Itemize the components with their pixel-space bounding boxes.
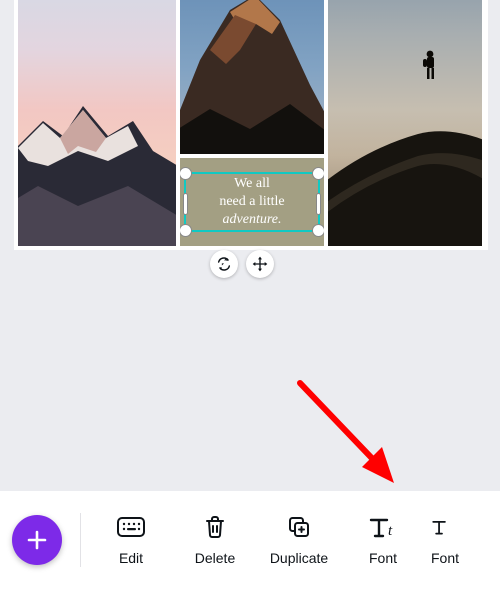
move-icon <box>252 256 268 272</box>
keyboard-icon <box>117 514 145 540</box>
fontsize-label: Font <box>431 550 459 566</box>
rotate-button[interactable] <box>210 250 238 278</box>
annotation-arrow <box>290 375 430 505</box>
mountain-shape <box>18 66 176 246</box>
trash-icon <box>204 514 226 540</box>
plus-icon <box>25 528 49 552</box>
photo-middle-volcano[interactable] <box>180 0 324 154</box>
bottom-toolbar: Edit Delete Duplicate <box>0 491 500 589</box>
edit-tool[interactable]: Edit <box>89 514 173 566</box>
photo-left-mountain[interactable] <box>18 0 176 246</box>
hill-shape <box>328 56 482 246</box>
quote-card[interactable]: We all need a little adventure. <box>180 158 324 246</box>
resize-handle-r[interactable] <box>316 193 321 215</box>
duplicate-tool[interactable]: Duplicate <box>257 514 341 566</box>
move-button[interactable] <box>246 250 274 278</box>
toolbar-separator <box>80 513 81 567</box>
fontsize-tool[interactable]: Font <box>425 514 467 566</box>
resize-handle-br[interactable] <box>312 224 324 237</box>
selection-box[interactable] <box>184 172 320 232</box>
resize-handle-tr[interactable] <box>312 167 324 180</box>
svg-text:t: t <box>388 523 393 539</box>
volcano-foreground <box>180 94 324 154</box>
duplicate-icon <box>287 514 311 540</box>
duplicate-label: Duplicate <box>270 550 328 566</box>
hiker-silhouette <box>420 49 442 83</box>
resize-handle-tl[interactable] <box>180 167 192 180</box>
add-button[interactable] <box>12 515 62 565</box>
delete-label: Delete <box>195 550 235 566</box>
edit-label: Edit <box>119 550 143 566</box>
rotate-icon <box>216 256 232 272</box>
delete-tool[interactable]: Delete <box>173 514 257 566</box>
design-canvas[interactable]: We all need a little adventure. <box>14 0 488 250</box>
font-icon: t <box>368 514 398 540</box>
photo-right-hiker[interactable] <box>328 0 482 246</box>
font-label: Font <box>369 550 397 566</box>
resize-handle-l[interactable] <box>183 193 188 215</box>
font-tool[interactable]: t Font <box>341 514 425 566</box>
fontsize-icon <box>431 514 453 540</box>
